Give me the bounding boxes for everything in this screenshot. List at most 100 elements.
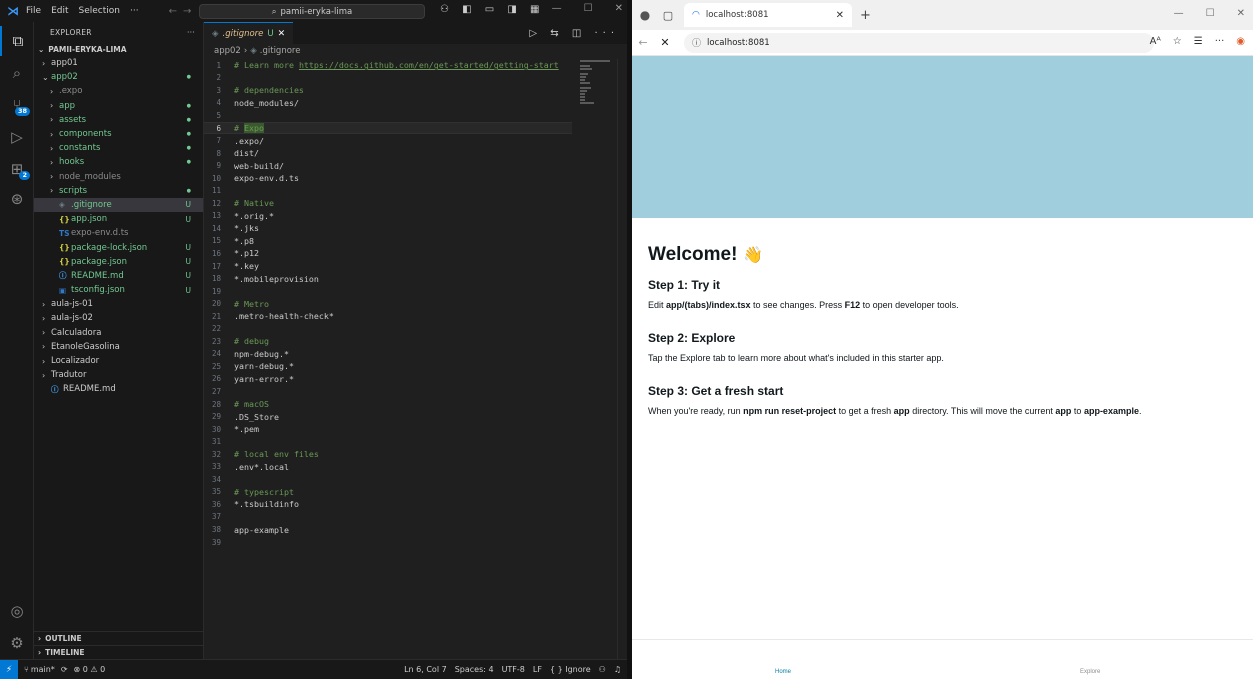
nav-arrows-icon[interactable]: ←→ <box>169 6 198 17</box>
language-mode[interactable]: { } Ignore <box>550 665 591 674</box>
explorer-more-icon[interactable]: ··· <box>187 28 195 37</box>
code-line: 35 # typescript <box>204 486 572 499</box>
tree-item[interactable]: › aula-js-01 <box>34 297 203 311</box>
code-link[interactable]: https://docs.github.com/en/get-started/g… <box>299 60 559 70</box>
tab-gitignore[interactable]: ◈ .gitignore U ✕ <box>204 22 294 44</box>
code-editor[interactable]: 1 # Learn more https://docs.github.com/en… <box>204 59 572 548</box>
explorer-icon[interactable]: ⧉ <box>0 26 34 56</box>
file-type-icon: {} <box>59 214 70 224</box>
tab-explore[interactable]: Explore <box>1080 669 1100 675</box>
end-of-line[interactable]: LF <box>533 665 542 674</box>
chevron-right-icon: › <box>50 101 54 111</box>
tree-item[interactable]: › EtanoleGasolina <box>34 340 203 354</box>
tree-item[interactable]: ⌄ app02 ● <box>34 70 203 84</box>
tree-item[interactable]: › node_modules <box>34 170 203 184</box>
tree-item[interactable]: › Calculadora <box>34 326 203 340</box>
source-control-icon[interactable]: ⑂ 38 <box>0 90 34 120</box>
tree-item[interactable]: ▣ tsconfig.json U <box>34 283 203 297</box>
profile-avatar-icon[interactable]: ● <box>632 8 658 22</box>
editor-scrollbar[interactable] <box>617 59 627 659</box>
command-center-search[interactable]: ⌕ pamii-eryka-lima <box>199 4 425 19</box>
code-line: 30 *.pem <box>204 423 572 436</box>
tree-item-label: EtanoleGasolina <box>51 341 120 352</box>
favorite-star-icon[interactable]: ☆ <box>1173 36 1182 47</box>
minimize-icon[interactable]: — <box>552 3 562 14</box>
browser-tab-close-icon[interactable]: ✕ <box>836 10 844 21</box>
tree-item[interactable]: ⓘ README.md U <box>34 269 203 283</box>
read-aloud-icon[interactable]: Aᴬ <box>1150 36 1161 47</box>
breadcrumb-file[interactable]: .gitignore <box>260 46 301 56</box>
code-line: 3 # dependencies <box>204 84 572 97</box>
code-line: 23 # debug <box>204 335 572 348</box>
line-number: 28 <box>211 399 221 409</box>
line-text: dist/ <box>234 148 259 159</box>
extensions-icon[interactable]: ⊞ 2 <box>0 154 34 184</box>
tree-item[interactable]: › .expo <box>34 84 203 98</box>
notifications-bell-icon[interactable]: ♫ <box>614 665 621 674</box>
line-number: 7 <box>216 136 221 146</box>
browser-tab[interactable]: ◠ localhost:8081 ✕ <box>684 3 852 27</box>
settings-gear-icon[interactable]: ⚙ <box>0 628 34 658</box>
tree-item[interactable]: › app ● <box>34 99 203 113</box>
problems-indicator[interactable]: ⊗ 0 ⚠ 0 <box>74 665 106 674</box>
remote-icon[interactable]: ⚡ <box>0 660 18 679</box>
tree-item[interactable]: {} package-lock.json U <box>34 240 203 254</box>
browser-minimize-icon[interactable]: — <box>1174 8 1184 19</box>
new-tab-icon[interactable]: + <box>860 8 871 23</box>
outline-section[interactable]: › OUTLINE <box>34 631 204 644</box>
tree-item[interactable]: › aula-js-02 <box>34 311 203 325</box>
tree-item[interactable]: ◈ .gitignore U <box>34 197 203 213</box>
tree-item[interactable]: {} package.json U <box>34 255 203 269</box>
address-bar[interactable]: ⓘ localhost:8081 <box>684 32 1154 53</box>
account-icon[interactable]: ◎ <box>0 596 34 626</box>
tree-item[interactable]: › components ● <box>34 127 203 141</box>
tree-item[interactable]: › constants ● <box>34 141 203 155</box>
tree-item[interactable]: › app01 <box>34 56 203 70</box>
editor-actions[interactable]: ▷ ⇆ ◫ ··· <box>529 28 619 39</box>
layout-toggle-icons[interactable]: ⚇ ◧ ▭ ◨ ▦ <box>440 4 544 15</box>
search-view-icon[interactable]: ⌕ <box>0 58 34 88</box>
timeline-icon[interactable]: ⊛ <box>0 184 34 214</box>
tab-close-icon[interactable]: ✕ <box>278 29 286 39</box>
stop-loading-icon[interactable]: ✕ <box>654 36 676 49</box>
workspace-root[interactable]: ⌄ PAMII-ERYKA-LIMA <box>34 42 203 56</box>
minimap[interactable] <box>572 59 622 659</box>
tree-item-label: expo-env.d.ts <box>71 228 129 239</box>
copilot-icon[interactable]: ◉ <box>1236 36 1245 47</box>
copilot-icon[interactable]: ⚇ <box>599 665 606 674</box>
branch-label[interactable]: main* <box>31 665 55 674</box>
tree-item[interactable]: › Localizador <box>34 354 203 368</box>
tree-item[interactable]: ⓘ README.md <box>34 382 203 396</box>
tree-item[interactable]: TS expo-env.d.ts <box>34 226 203 240</box>
tree-item[interactable]: › scripts ● <box>34 184 203 198</box>
maximize-icon[interactable]: ☐ <box>584 3 593 14</box>
indentation[interactable]: Spaces: 4 <box>455 665 494 674</box>
close-icon[interactable]: ✕ <box>615 3 623 14</box>
more-options-icon[interactable]: ··· <box>1215 36 1225 47</box>
encoding[interactable]: UTF-8 <box>502 665 525 674</box>
menu-selection[interactable]: Selection <box>79 6 120 16</box>
timeline-section[interactable]: › TIMELINE <box>34 645 204 658</box>
cursor-position[interactable]: Ln 6, Col 7 <box>404 665 447 674</box>
menu-edit[interactable]: Edit <box>51 6 68 16</box>
menu-file[interactable]: File <box>26 6 41 16</box>
breadcrumb-folder[interactable]: app02 <box>214 46 241 56</box>
line-text: *.p12 <box>234 248 259 259</box>
line-number: 18 <box>211 274 221 284</box>
browser-maximize-icon[interactable]: ☐ <box>1206 8 1215 19</box>
tree-item[interactable]: › hooks ● <box>34 155 203 169</box>
menu-more[interactable]: ··· <box>130 6 139 16</box>
browser-close-icon[interactable]: ✕ <box>1237 8 1245 19</box>
run-debug-icon[interactable]: ▷ <box>0 122 34 152</box>
tree-item[interactable]: › assets ● <box>34 113 203 127</box>
tree-item[interactable]: › Tradutor <box>34 368 203 382</box>
tab-actions-icon[interactable]: ▢ <box>658 9 678 22</box>
tree-item[interactable]: {} app.json U <box>34 212 203 226</box>
tab-home[interactable]: Home <box>775 669 791 675</box>
status-right: Ln 6, Col 7 Spaces: 4 UTF-8 LF { } Ignor… <box>404 665 621 674</box>
site-info-icon[interactable]: ⓘ <box>692 36 701 49</box>
sync-icon[interactable]: ⟳ <box>61 665 68 674</box>
line-text: *.tsbuildinfo <box>234 499 299 510</box>
back-icon[interactable]: ← <box>632 36 654 49</box>
favorites-list-icon[interactable]: ☰ <box>1194 36 1203 47</box>
